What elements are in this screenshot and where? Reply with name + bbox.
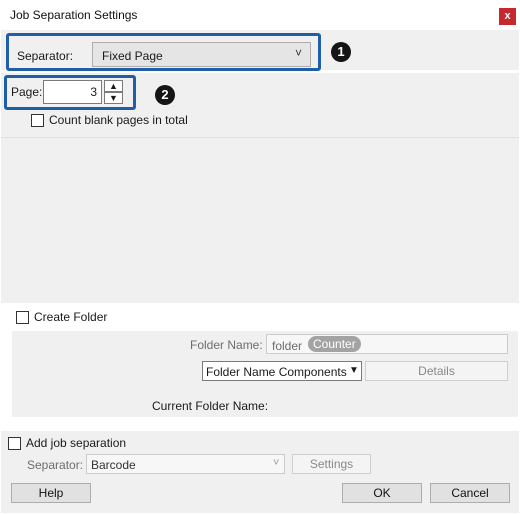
page-label: Page: bbox=[11, 85, 43, 99]
folder-name-text: folder bbox=[272, 339, 303, 353]
chevron-down-icon: ˅ bbox=[295, 46, 303, 60]
separator-label: Separator: bbox=[17, 49, 74, 63]
job-separator-dropdown[interactable]: Barcode ˅ bbox=[86, 454, 285, 474]
separator-dropdown-value: Fixed Page bbox=[102, 49, 163, 63]
triangle-down-icon: ▼ bbox=[349, 365, 359, 376]
job-separator-label: Separator: bbox=[27, 458, 84, 472]
counter-token: Counter bbox=[308, 336, 361, 352]
add-job-separation-label: Add job separation bbox=[26, 436, 127, 450]
window-title: Job Separation Settings bbox=[10, 8, 138, 22]
count-blank-checkbox[interactable] bbox=[31, 114, 44, 127]
page-input-value: 3 bbox=[90, 85, 97, 99]
empty-options-area bbox=[1, 137, 519, 303]
help-button[interactable]: Help bbox=[11, 483, 91, 503]
callout-badge-1: 1 bbox=[331, 42, 351, 62]
separator-dropdown[interactable]: Fixed Page ˅ bbox=[92, 42, 311, 67]
callout-badge-2: 2 bbox=[155, 85, 175, 105]
folder-name-components-dropdown[interactable]: Folder Name Components ▼ bbox=[202, 361, 362, 381]
create-folder-label: Create Folder bbox=[34, 310, 108, 324]
folder-name-components-label: Folder Name Components bbox=[206, 365, 347, 379]
chevron-down-icon: ˅ bbox=[273, 457, 280, 469]
page-increment-button[interactable]: ▲ bbox=[104, 80, 123, 92]
cancel-button[interactable]: Cancel bbox=[430, 483, 510, 503]
ok-button[interactable]: OK bbox=[342, 483, 422, 503]
create-folder-checkbox[interactable] bbox=[16, 311, 29, 324]
folder-name-label: Folder Name: bbox=[190, 338, 263, 352]
job-settings-button[interactable]: Settings bbox=[292, 454, 371, 474]
details-button[interactable]: Details bbox=[365, 361, 508, 381]
page-decrement-button[interactable]: ▼ bbox=[104, 92, 123, 104]
job-separator-value: Barcode bbox=[91, 458, 136, 472]
arrow-down-icon: ▼ bbox=[109, 93, 118, 103]
page-input[interactable]: 3 bbox=[43, 80, 102, 104]
add-job-separation-checkbox[interactable] bbox=[8, 437, 21, 450]
count-blank-label: Count blank pages in total bbox=[49, 113, 188, 127]
current-folder-name-label: Current Folder Name: bbox=[152, 399, 269, 413]
folder-name-field[interactable]: folder Counter bbox=[266, 334, 508, 354]
arrow-up-icon: ▲ bbox=[109, 81, 118, 91]
close-button[interactable]: x bbox=[499, 8, 516, 25]
